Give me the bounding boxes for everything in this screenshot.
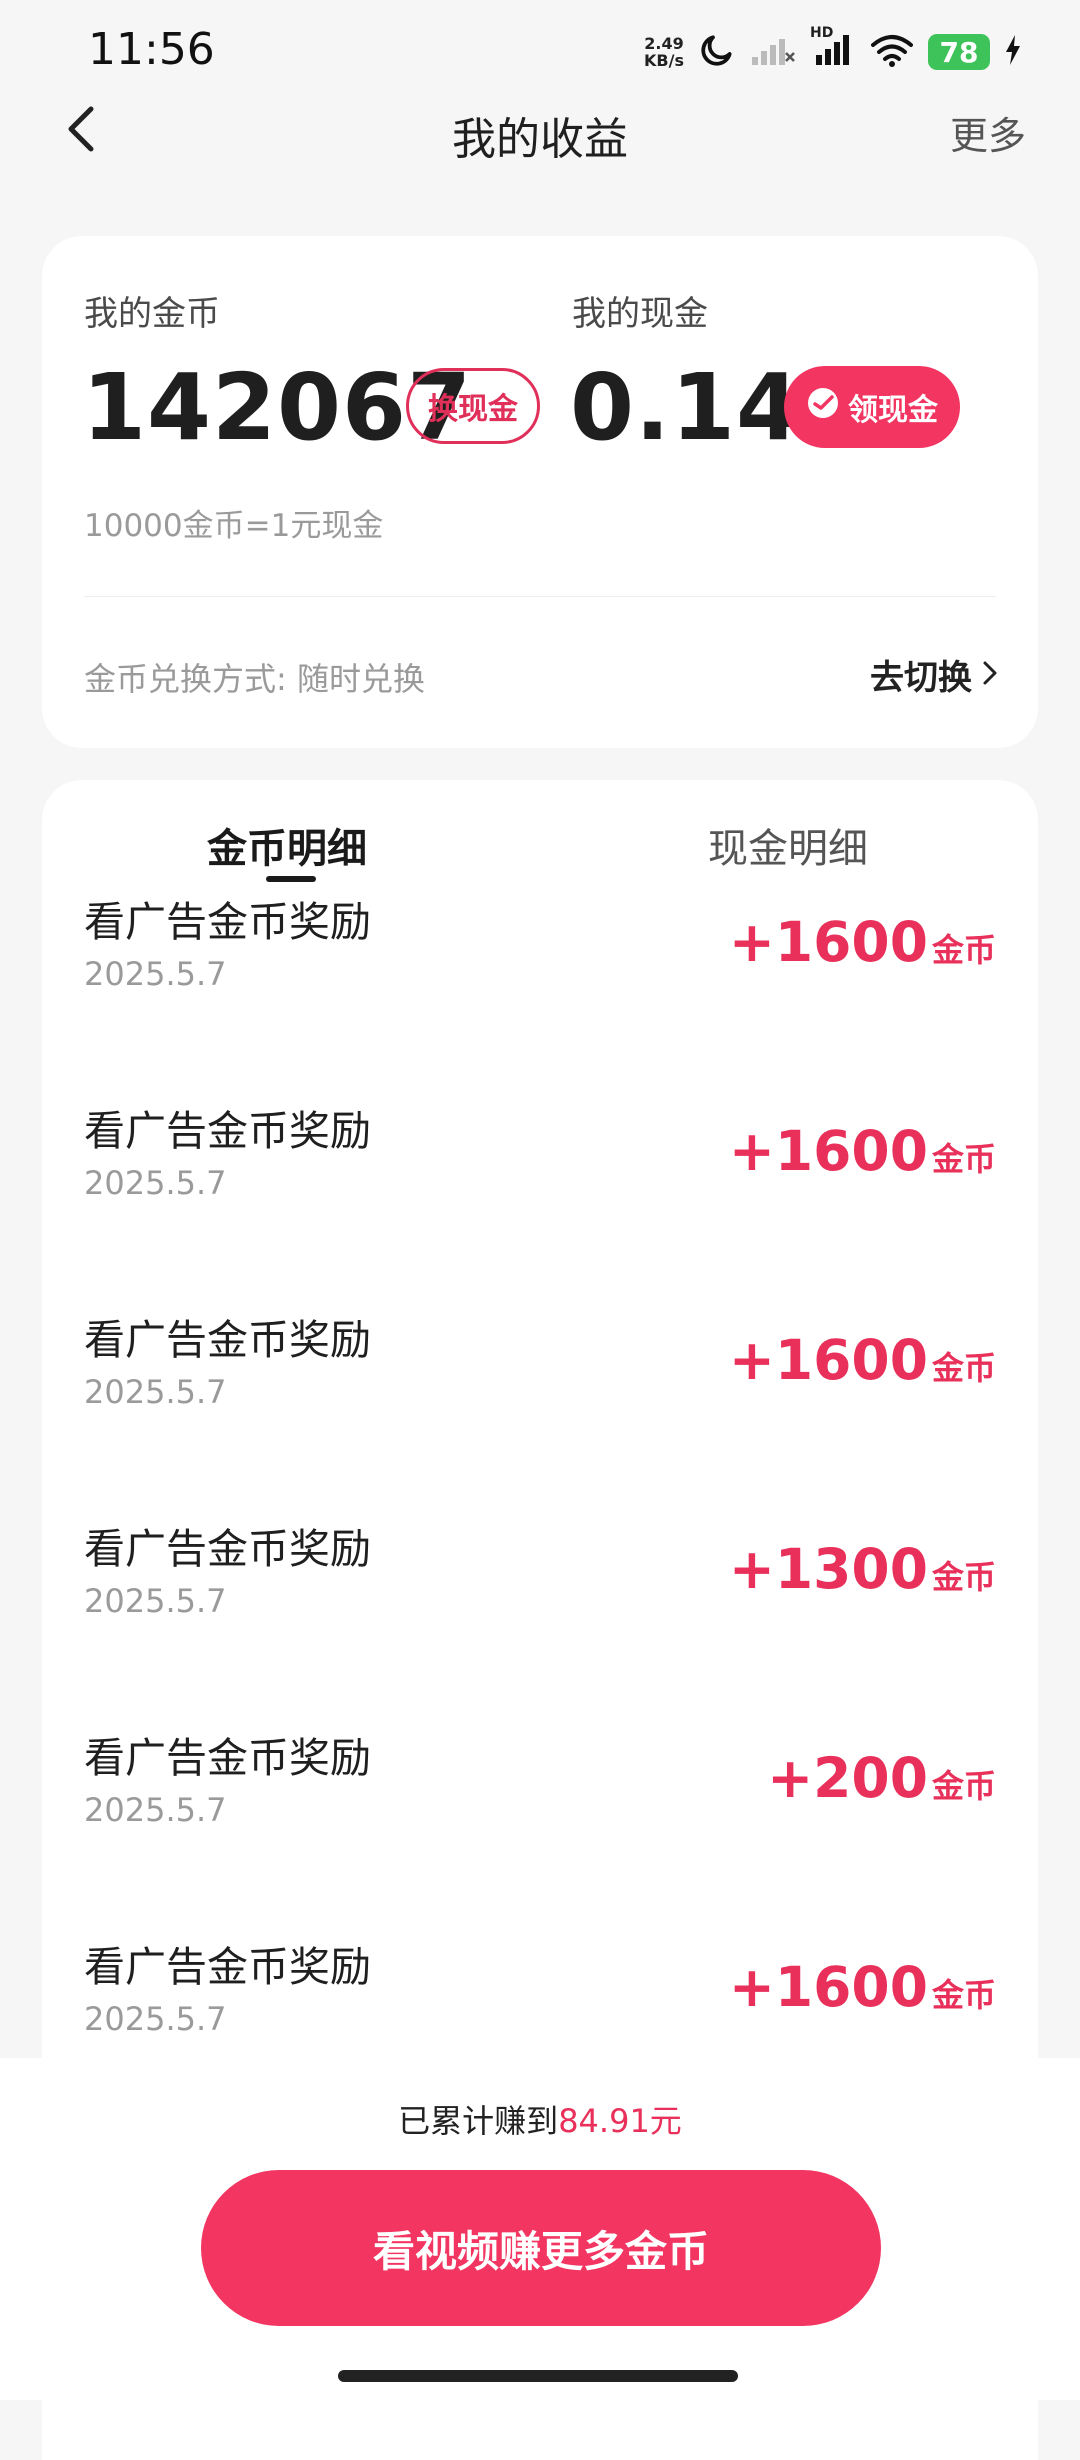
record-list[interactable]: 看广告金币奖励 2025.5.7 +1600 金币 看广告金币奖励 2025.5… <box>42 880 1038 2134</box>
record-date: 2025.5.7 <box>84 1791 227 1829</box>
amount-value: +1600 <box>728 1955 928 2019</box>
switch-method-link[interactable]: 去切换 <box>870 650 998 699</box>
cash-label: 我的现金 <box>572 294 708 334</box>
signal-hd-icon: HD <box>810 25 856 71</box>
network-speed: 2.49 KB/s <box>644 35 684 69</box>
list-item: 看广告金币奖励 2025.5.7 +1600 金币 <box>42 1298 1038 1507</box>
switch-method-label: 去切换 <box>870 658 972 698</box>
amount-unit: 金币 <box>931 1140 996 1178</box>
balance-card: 我的金币 142067 换现金 我的现金 0.14 领现金 10000金币=1元… <box>42 236 1038 748</box>
record-title: 看广告金币奖励 <box>84 1525 371 1573</box>
tab-coin-details[interactable]: 金币明细 <box>207 816 367 874</box>
total-earned-value: 84.91元 <box>558 2102 682 2140</box>
withdraw-cash-label: 领现金 <box>848 393 938 428</box>
bottom-bar: 已累计赚到84.91元 看视频赚更多金币 <box>0 2058 1080 2400</box>
more-button[interactable]: 更多 <box>950 105 1026 160</box>
exchange-cash-button[interactable]: 换现金 <box>406 368 540 444</box>
watch-video-button[interactable]: 看视频赚更多金币 <box>201 2170 881 2326</box>
amount-value: +1300 <box>728 1537 928 1601</box>
amount-value: +200 <box>767 1746 928 1810</box>
coins-label: 我的金币 <box>84 294 220 334</box>
exchange-rate-text: 10000金币=1元现金 <box>84 508 384 544</box>
wallet-icon <box>806 386 840 428</box>
list-item: 看广告金币奖励 2025.5.7 +200 金币 <box>42 1716 1038 1925</box>
amount-unit: 金币 <box>931 1767 996 1805</box>
charging-icon <box>1004 34 1022 70</box>
total-earned-text: 已累计赚到84.91元 <box>0 2096 1080 2142</box>
record-title: 看广告金币奖励 <box>84 1943 371 1991</box>
record-title: 看广告金币奖励 <box>84 1316 371 1364</box>
withdraw-cash-button[interactable]: 领现金 <box>784 366 960 448</box>
moon-icon <box>698 31 736 73</box>
card-divider <box>84 596 996 597</box>
wifi-icon <box>870 33 914 71</box>
record-amount: +1600 金币 <box>729 1955 996 2019</box>
signal-off-icon <box>750 33 796 71</box>
amount-value: +1600 <box>728 1119 928 1183</box>
amount-unit: 金币 <box>931 1976 996 2014</box>
record-amount: +1600 金币 <box>729 910 996 974</box>
chevron-right-icon <box>982 655 998 695</box>
tab-cash-details[interactable]: 现金明细 <box>708 816 868 874</box>
amount-value: +1600 <box>728 1328 928 1392</box>
record-date: 2025.5.7 <box>84 1164 227 1202</box>
total-earned-prefix: 已累计赚到 <box>398 2102 559 2140</box>
record-date: 2025.5.7 <box>84 2000 227 2038</box>
exchange-method-text: 金币兑换方式: 随时兑换 <box>84 660 425 698</box>
amount-unit: 金币 <box>931 1558 996 1596</box>
hd-label: HD <box>810 25 834 41</box>
record-date: 2025.5.7 <box>84 955 227 993</box>
amount-value: +1600 <box>728 910 928 974</box>
record-date: 2025.5.7 <box>84 1373 227 1411</box>
page-title: 我的收益 <box>452 114 628 165</box>
record-date: 2025.5.7 <box>84 1582 227 1620</box>
record-amount: +200 金币 <box>767 1746 996 1810</box>
status-bar: 11:56 2.49 KB/s HD 78 <box>0 0 1080 100</box>
network-speed-value: 2.49 <box>644 34 684 53</box>
record-title: 看广告金币奖励 <box>84 1734 371 1782</box>
amount-unit: 金币 <box>931 931 996 969</box>
record-amount: +1300 金币 <box>729 1537 996 1601</box>
list-item: 看广告金币奖励 2025.5.7 +1600 金币 <box>42 880 1038 1089</box>
cash-value: 0.14 <box>570 354 801 461</box>
record-title: 看广告金币奖励 <box>84 898 371 946</box>
battery-indicator: 78 <box>928 34 990 70</box>
record-amount: +1600 金币 <box>729 1119 996 1183</box>
status-time: 11:56 <box>88 24 215 75</box>
list-item: 看广告金币奖励 2025.5.7 +1300 金币 <box>42 1507 1038 1716</box>
network-speed-unit: KB/s <box>644 51 684 70</box>
amount-unit: 金币 <box>931 1349 996 1387</box>
nav-bar: 我的收益 更多 <box>0 95 1080 167</box>
record-amount: +1600 金币 <box>729 1328 996 1392</box>
list-item: 看广告金币奖励 2025.5.7 +1600 金币 <box>42 1089 1038 1298</box>
record-title: 看广告金币奖励 <box>84 1107 371 1155</box>
status-icons: 2.49 KB/s HD 78 <box>644 25 1022 74</box>
home-indicator[interactable] <box>338 2370 738 2382</box>
